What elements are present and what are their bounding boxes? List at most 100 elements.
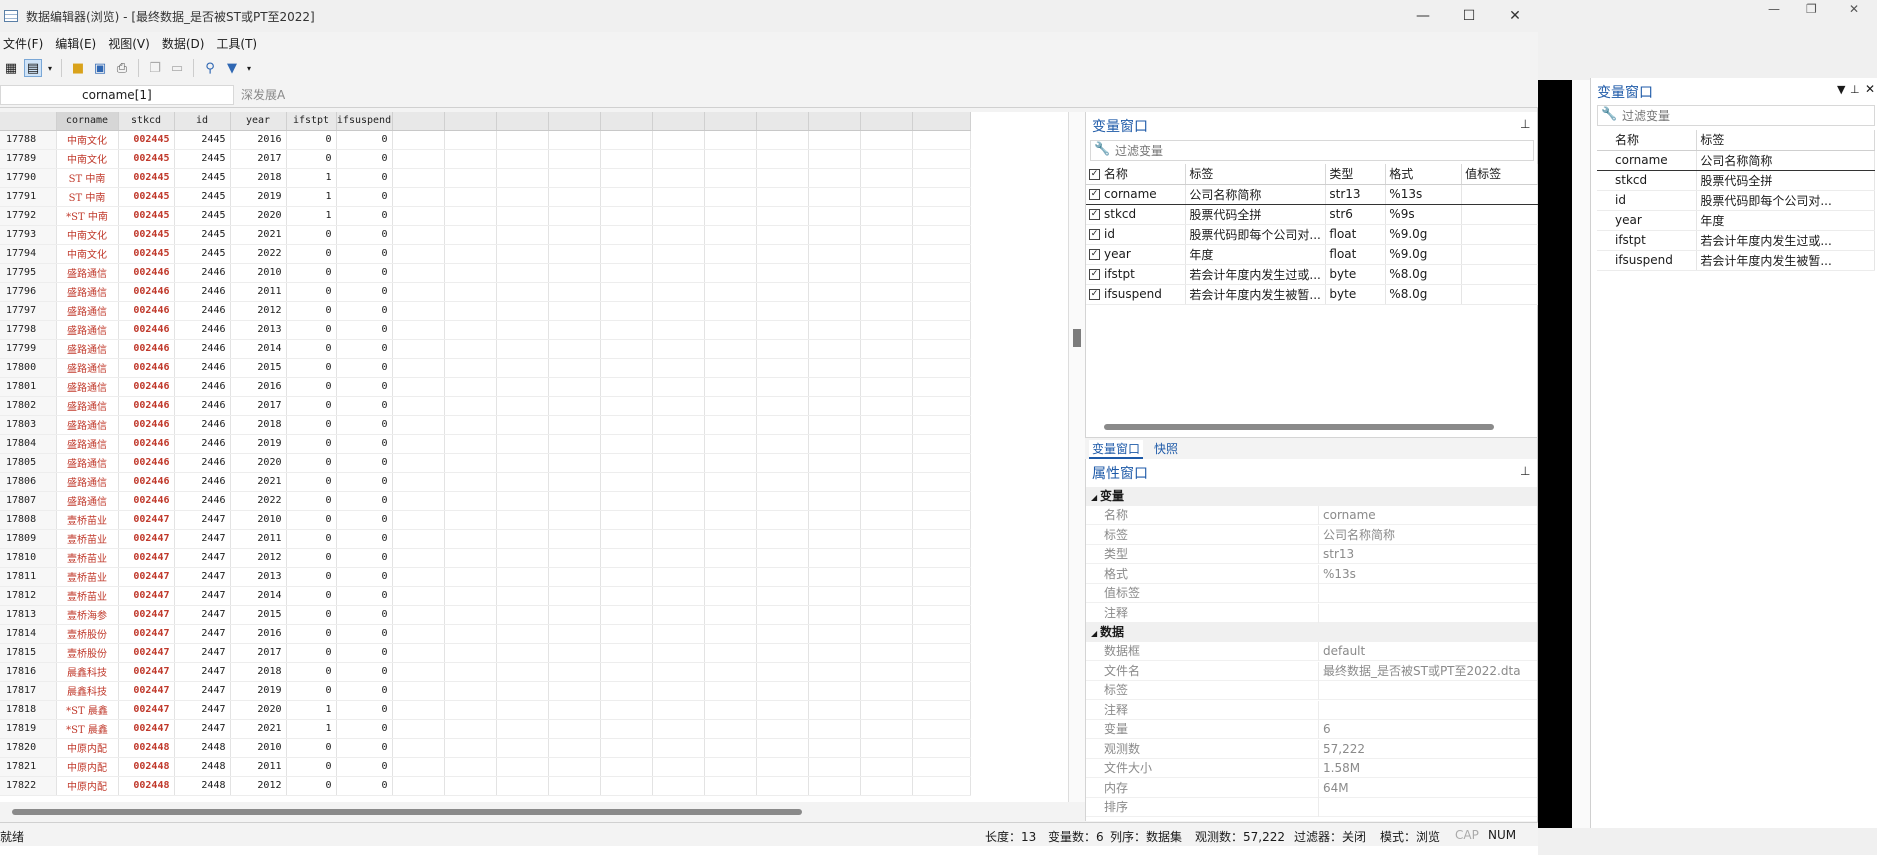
empty-cell[interactable] [548,339,601,359]
empty-cell[interactable] [756,719,809,739]
search-icon[interactable]: ⚲ [201,59,219,77]
empty-cell[interactable] [600,453,653,473]
cell-ifstpt[interactable]: 0 [286,586,337,606]
empty-cell[interactable] [444,605,497,625]
empty-cell[interactable] [548,491,601,511]
cell-ifstpt[interactable]: 0 [286,757,337,777]
empty-cell[interactable] [444,643,497,663]
close-icon[interactable]: ✕ [1865,82,1875,96]
cell-id[interactable]: 2446 [174,453,231,473]
cell-stkcd[interactable]: 002446 [118,396,175,416]
empty-cell[interactable] [496,396,549,416]
cell-corname[interactable]: 壹桥海参 [56,605,119,625]
cell-year[interactable]: 2019 [230,434,287,454]
column-header-stkcd[interactable]: stkcd [118,112,175,131]
empty-cell[interactable] [808,396,861,416]
cell-stkcd[interactable]: 002446 [118,491,175,511]
empty-cell[interactable] [652,339,705,359]
empty-cell[interactable] [652,586,705,606]
empty-cell[interactable] [548,415,601,435]
empty-cell[interactable] [600,776,653,796]
table-row[interactable]: 17815 壹桥股份 002447 2447 2017 0 0 [0,643,971,663]
empty-cell[interactable] [860,567,913,587]
empty-cell[interactable] [548,358,601,378]
property-row[interactable]: 值标签 [1086,584,1537,603]
cell-ifstpt[interactable]: 0 [286,453,337,473]
empty-cell[interactable] [548,225,601,245]
cell-ifsuspend[interactable]: 0 [336,282,393,302]
cell-ifsuspend[interactable]: 0 [336,643,393,663]
empty-cell[interactable] [860,225,913,245]
empty-cell[interactable] [548,472,601,492]
cell-year[interactable]: 2010 [230,263,287,283]
empty-cell[interactable] [548,244,601,264]
cell-year[interactable]: 2014 [230,586,287,606]
cell-id[interactable]: 2445 [174,168,231,188]
empty-cell[interactable] [860,206,913,226]
main-varwin-filter[interactable]: 🔧 [1597,105,1877,126]
cell-year[interactable]: 2016 [230,624,287,644]
variables-filter-input[interactable] [1115,141,1415,160]
empty-cell[interactable] [860,472,913,492]
variables-header-label[interactable]: 标签 [1185,164,1327,185]
cell-stkcd[interactable]: 002446 [118,263,175,283]
cell-corname[interactable]: 中南文化 [56,225,119,245]
cell-stkcd[interactable]: 002448 [118,738,175,758]
cell-stkcd[interactable]: 002447 [118,510,175,530]
cell-ifsuspend[interactable]: 0 [336,244,393,264]
empty-cell[interactable] [496,339,549,359]
cell-id[interactable]: 2446 [174,263,231,283]
empty-cell[interactable] [496,358,549,378]
cell-ifstpt[interactable]: 0 [286,681,337,701]
cell-ifstpt[interactable]: 0 [286,263,337,283]
cell-id[interactable]: 2446 [174,434,231,454]
empty-cell[interactable] [912,244,971,264]
empty-cell[interactable] [912,662,971,682]
empty-cell[interactable] [808,206,861,226]
empty-cell[interactable] [756,377,809,397]
empty-cell[interactable] [756,757,809,777]
main-restore-button[interactable]: ❐ [1806,2,1817,16]
data-grid[interactable]: corname stkcd id year ifstpt ifsuspend 1… [0,112,1068,802]
empty-cell[interactable] [392,529,445,549]
empty-cell[interactable] [548,187,601,207]
empty-cell[interactable] [444,548,497,568]
empty-cell[interactable] [808,415,861,435]
empty-cell[interactable] [548,719,601,739]
cell-stkcd[interactable]: 002447 [118,567,175,587]
empty-cell[interactable] [444,187,497,207]
cell-corname[interactable]: 盛路通信 [56,377,119,397]
cell-stkcd[interactable]: 002445 [118,149,175,169]
empty-cell[interactable] [756,586,809,606]
variable-checkbox[interactable]: ✓ [1089,249,1100,260]
empty-cell[interactable] [860,301,913,321]
empty-cell[interactable] [392,168,445,188]
empty-cell[interactable] [496,206,549,226]
variable-row[interactable]: ✓ year 年度 float %9.0g [1086,244,1538,265]
empty-cell[interactable] [548,700,601,720]
row-number[interactable]: 17814 [0,624,57,644]
cell-ifstpt[interactable]: 1 [286,187,337,207]
empty-cell[interactable] [548,529,601,549]
empty-cell[interactable] [704,757,757,777]
property-row[interactable]: 标签 公司名称简称 [1086,525,1537,545]
cell-ifstpt[interactable]: 0 [286,301,337,321]
empty-cell[interactable] [808,738,861,758]
empty-cell[interactable] [860,529,913,549]
cell-corname[interactable]: 晨鑫科技 [56,662,119,682]
variables-filter[interactable]: 🔧 [1090,140,1534,161]
cell-id[interactable]: 2448 [174,776,231,796]
cell-ifsuspend[interactable]: 0 [336,776,393,796]
cell-year[interactable]: 2020 [230,206,287,226]
empty-cell[interactable] [652,282,705,302]
empty-cell[interactable] [444,358,497,378]
empty-cell[interactable] [600,586,653,606]
table-row[interactable]: 17805 盛路通信 002446 2446 2020 0 0 [0,453,971,473]
empty-cell[interactable] [912,396,971,416]
table-row[interactable]: 17819 *ST 晨鑫 002447 2447 2021 1 0 [0,719,971,739]
empty-cell[interactable] [600,244,653,264]
empty-cell[interactable] [600,225,653,245]
empty-cell[interactable] [912,149,971,169]
empty-column-header[interactable] [808,112,861,131]
empty-cell[interactable] [704,415,757,435]
